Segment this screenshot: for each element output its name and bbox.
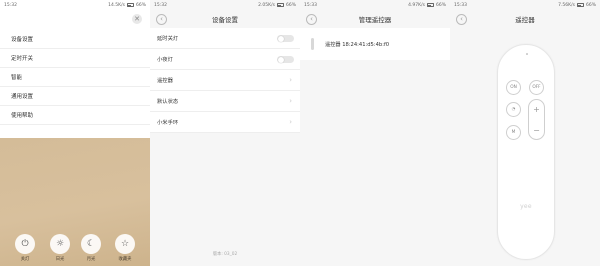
row-remote[interactable]: 遥控器 › [150, 70, 300, 91]
daylight-button[interactable]: ☼ [50, 234, 70, 254]
plus-icon: + [533, 105, 540, 114]
battery-icon [126, 3, 134, 7]
menu-item-label: 定时开关 [11, 56, 34, 62]
page-title: 遥控器 [515, 16, 535, 24]
battery-level: 66% [585, 2, 596, 8]
delay-off-toggle[interactable] [277, 35, 294, 42]
row-label: 遥控器 [157, 78, 173, 84]
version-text: 版本: 03_02 [212, 252, 238, 257]
remote-off-button[interactable]: OFF [529, 80, 544, 95]
status-bar: 15:33 4.97K/s 66% [300, 0, 450, 10]
remote-control: ON OFF ◔ M + − yee [497, 44, 555, 260]
back-icon: ‹ [310, 14, 313, 23]
menu-item-general-settings[interactable]: 通用设置 [0, 87, 150, 106]
status-time: 15:33 [304, 2, 317, 8]
chevron-right-icon: › [289, 76, 292, 84]
m-label: M [511, 130, 516, 135]
moonlight-button[interactable]: ☾ [81, 234, 101, 254]
status-bar: 15:32 2.05K/s 66% [150, 0, 300, 10]
on-label: ON [510, 85, 517, 90]
manage-remote-screen: 15:33 4.97K/s 66% ‹ 管理遥控器 遥控器 18:24:41:d… [300, 0, 450, 266]
power-label: 关灯 [20, 257, 30, 262]
close-icon: ✕ [134, 15, 140, 23]
favorites-label: 收藏夹 [118, 257, 132, 262]
remote-device-icon [311, 38, 314, 50]
row-default-state[interactable]: 默认状态 › [150, 91, 300, 112]
battery-icon [426, 3, 434, 7]
moon-icon: ☾ [86, 239, 96, 249]
night-light-toggle[interactable] [277, 56, 294, 63]
menu-item-label: 通用设置 [11, 94, 34, 100]
menu-item-label: 设备设置 [11, 37, 34, 43]
row-label: 默认状态 [157, 99, 179, 105]
chevron-right-icon: › [289, 118, 292, 126]
settings-list: 延时关灯 小夜灯 遥控器 › 默认状态 › 小米手环 › [150, 28, 300, 133]
title-bar: ‹ 遥控器 [450, 10, 600, 28]
menu-item-smart[interactable]: 智能 [0, 68, 150, 87]
status-time: 15:33 [454, 2, 467, 8]
off-label: OFF [532, 85, 541, 90]
remote-brightness-rocker[interactable]: + − [528, 99, 545, 140]
close-button[interactable]: ✕ [132, 14, 142, 24]
favorites-button[interactable]: ☆ [115, 234, 135, 254]
minus-icon: − [533, 126, 540, 135]
remote-on-button[interactable]: ON [506, 80, 521, 95]
power-button[interactable]: ⏻ [15, 234, 35, 254]
menu-item-help[interactable]: 使用帮助 [0, 106, 150, 125]
remote-m-button[interactable]: M [506, 125, 521, 140]
remote-screen: 15:33 7.56K/s 66% ‹ 遥控器 ON OFF ◔ M + − y… [450, 0, 600, 266]
lamp-preview: ⏻ 关灯 ☼ 日光 ☾ 月光 ☆ 收藏夹 [0, 138, 150, 266]
back-icon: ‹ [460, 14, 463, 23]
back-button[interactable]: ‹ [456, 13, 467, 25]
daylight-label: 日光 [55, 257, 65, 262]
star-icon: ☆ [120, 239, 130, 249]
menu-item-label: 智能 [11, 75, 23, 81]
brand-logo: yee [520, 203, 532, 210]
sun-icon: ☼ [55, 239, 65, 249]
remote-mode-button[interactable]: ◔ [506, 102, 521, 117]
remote-device-label: 遥控器 18:24:41:d5:4b:f0 [325, 41, 390, 48]
paired-remote-item[interactable]: 遥控器 18:24:41:d5:4b:f0 [300, 28, 450, 60]
page-title: 管理遥控器 [358, 16, 392, 24]
back-button[interactable]: ‹ [156, 13, 167, 25]
status-bar: 15:33 7.56K/s 66% [450, 0, 600, 10]
power-icon: ⏻ [21, 239, 29, 249]
brightness-mode-icon: ◔ [511, 107, 516, 112]
row-delay-off[interactable]: 延时关灯 [150, 28, 300, 49]
moonlight-label: 月光 [86, 257, 96, 262]
lamp-control-screen: 15:32 14.5K/s 66% ✕ 设备设置 定时开关 智能 通用设置 使用… [0, 0, 150, 266]
row-label: 小米手环 [157, 120, 179, 126]
network-speed: 2.05K/s [258, 2, 275, 8]
row-night-light[interactable]: 小夜灯 [150, 49, 300, 70]
page-title: 设备设置 [212, 16, 238, 24]
battery-icon [576, 3, 584, 7]
status-time: 15:32 [154, 2, 167, 8]
status-time: 15:32 [4, 2, 17, 8]
battery-level: 66% [285, 2, 296, 8]
row-mi-band[interactable]: 小米手环 › [150, 112, 300, 133]
network-speed: 7.56K/s [558, 2, 575, 8]
row-label: 延时关灯 [157, 36, 179, 42]
menu-item-timer[interactable]: 定时开关 [0, 49, 150, 68]
battery-icon [276, 3, 284, 7]
title-bar: ‹ 管理遥控器 [300, 10, 450, 28]
chevron-right-icon: › [289, 97, 292, 105]
indicator-light [526, 53, 528, 55]
status-bar: 15:32 14.5K/s 66% [0, 0, 150, 10]
network-speed: 14.5K/s [108, 2, 125, 8]
network-speed: 4.97K/s [408, 2, 425, 8]
menu-item-label: 使用帮助 [11, 113, 34, 119]
back-icon: ‹ [160, 14, 163, 23]
row-label: 小夜灯 [157, 57, 173, 63]
battery-level: 66% [135, 2, 146, 8]
menu-item-device-settings[interactable]: 设备设置 [0, 30, 150, 49]
side-menu: 设备设置 定时开关 智能 通用设置 使用帮助 [0, 30, 150, 125]
title-bar: ‹ 设备设置 [150, 10, 300, 28]
device-settings-screen: 15:32 2.05K/s 66% ‹ 设备设置 延时关灯 小夜灯 遥控器 › … [150, 0, 300, 266]
battery-level: 66% [435, 2, 446, 8]
back-button[interactable]: ‹ [306, 13, 317, 25]
